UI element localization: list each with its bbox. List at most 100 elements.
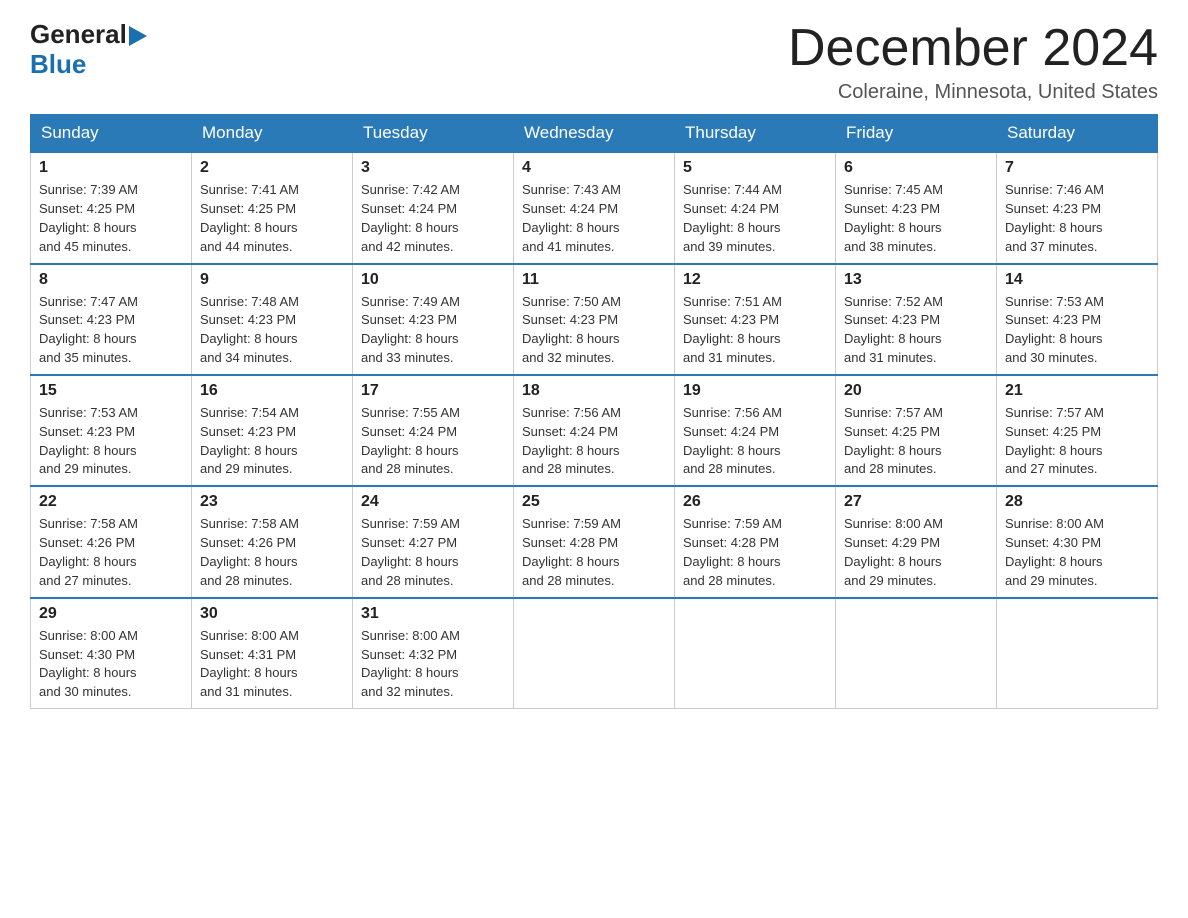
day-info: Sunrise: 7:49 AMSunset: 4:23 PMDaylight:…	[361, 293, 505, 368]
week-row-5: 29 Sunrise: 8:00 AMSunset: 4:30 PMDayligh…	[31, 598, 1158, 709]
weekday-header-saturday: Saturday	[997, 115, 1158, 153]
logo-line1: General	[30, 20, 147, 50]
day-number: 2	[200, 159, 344, 177]
week-row-2: 8 Sunrise: 7:47 AMSunset: 4:23 PMDaylight…	[31, 264, 1158, 375]
weekday-header-thursday: Thursday	[675, 115, 836, 153]
day-cell-24: 24 Sunrise: 7:59 AMSunset: 4:27 PMDayligh…	[353, 486, 514, 597]
day-info: Sunrise: 7:53 AMSunset: 4:23 PMDaylight:…	[39, 404, 183, 479]
day-number: 6	[844, 159, 988, 177]
day-cell-4: 4 Sunrise: 7:43 AMSunset: 4:24 PMDaylight…	[514, 152, 675, 263]
day-info: Sunrise: 8:00 AMSunset: 4:30 PMDaylight:…	[1005, 515, 1149, 590]
day-number: 17	[361, 382, 505, 400]
day-info: Sunrise: 7:56 AMSunset: 4:24 PMDaylight:…	[522, 404, 666, 479]
empty-cell	[514, 598, 675, 709]
title-block: December 2024 Coleraine, Minnesota, Unit…	[788, 20, 1158, 104]
day-cell-9: 9 Sunrise: 7:48 AMSunset: 4:23 PMDaylight…	[192, 264, 353, 375]
day-info: Sunrise: 7:56 AMSunset: 4:24 PMDaylight:…	[683, 404, 827, 479]
day-number: 8	[39, 271, 183, 289]
day-info: Sunrise: 7:59 AMSunset: 4:28 PMDaylight:…	[522, 515, 666, 590]
day-number: 7	[1005, 159, 1149, 177]
day-info: Sunrise: 7:47 AMSunset: 4:23 PMDaylight:…	[39, 293, 183, 368]
day-cell-10: 10Sunrise: 7:49 AMSunset: 4:23 PMDayligh…	[353, 264, 514, 375]
day-number: 3	[361, 159, 505, 177]
day-number: 13	[844, 271, 988, 289]
day-number: 4	[522, 159, 666, 177]
day-cell-27: 27 Sunrise: 8:00 AMSunset: 4:29 PMDayligh…	[836, 486, 997, 597]
day-number: 14	[1005, 271, 1149, 289]
day-cell-31: 31 Sunrise: 8:00 AMSunset: 4:32 PMDayligh…	[353, 598, 514, 709]
day-info: Sunrise: 7:44 AMSunset: 4:24 PMDaylight:…	[683, 181, 827, 256]
day-cell-1: 1Sunrise: 7:39 AMSunset: 4:25 PMDaylight…	[31, 152, 192, 263]
logo: General Blue	[30, 20, 147, 80]
day-cell-26: 26Sunrise: 7:59 AMSunset: 4:28 PMDayligh…	[675, 486, 836, 597]
day-number: 23	[200, 493, 344, 511]
day-cell-11: 11 Sunrise: 7:50 AMSunset: 4:23 PMDayligh…	[514, 264, 675, 375]
location: Coleraine, Minnesota, United States	[788, 81, 1158, 104]
day-number: 29	[39, 605, 183, 623]
week-row-3: 15 Sunrise: 7:53 AMSunset: 4:23 PMDayligh…	[31, 375, 1158, 486]
empty-cell	[836, 598, 997, 709]
day-number: 11	[522, 271, 666, 289]
empty-cell	[997, 598, 1158, 709]
day-number: 5	[683, 159, 827, 177]
day-info: Sunrise: 7:50 AMSunset: 4:23 PMDaylight:…	[522, 293, 666, 368]
day-number: 25	[522, 493, 666, 511]
day-info: Sunrise: 7:42 AMSunset: 4:24 PMDaylight:…	[361, 181, 505, 256]
day-cell-3: 3 Sunrise: 7:42 AMSunset: 4:24 PMDaylight…	[353, 152, 514, 263]
day-number: 19	[683, 382, 827, 400]
logo-blue-text: Blue	[30, 49, 86, 79]
day-number: 30	[200, 605, 344, 623]
day-cell-21: 21 Sunrise: 7:57 AMSunset: 4:25 PMDayligh…	[997, 375, 1158, 486]
day-info: Sunrise: 7:52 AMSunset: 4:23 PMDaylight:…	[844, 293, 988, 368]
logo-line2: Blue	[30, 50, 147, 80]
day-info: Sunrise: 7:58 AMSunset: 4:26 PMDaylight:…	[200, 515, 344, 590]
day-cell-12: 12Sunrise: 7:51 AMSunset: 4:23 PMDayligh…	[675, 264, 836, 375]
day-cell-2: 2 Sunrise: 7:41 AMSunset: 4:25 PMDaylight…	[192, 152, 353, 263]
day-number: 9	[200, 271, 344, 289]
day-info: Sunrise: 7:43 AMSunset: 4:24 PMDaylight:…	[522, 181, 666, 256]
day-number: 1	[39, 159, 183, 177]
day-cell-22: 22Sunrise: 7:58 AMSunset: 4:26 PMDayligh…	[31, 486, 192, 597]
day-cell-8: 8 Sunrise: 7:47 AMSunset: 4:23 PMDaylight…	[31, 264, 192, 375]
weekday-header-row: SundayMondayTuesdayWednesdayThursdayFrid…	[31, 115, 1158, 153]
day-cell-25: 25 Sunrise: 7:59 AMSunset: 4:28 PMDayligh…	[514, 486, 675, 597]
day-number: 12	[683, 271, 827, 289]
day-cell-29: 29 Sunrise: 8:00 AMSunset: 4:30 PMDayligh…	[31, 598, 192, 709]
day-cell-6: 6 Sunrise: 7:45 AMSunset: 4:23 PMDaylight…	[836, 152, 997, 263]
page-header: General Blue December 2024 Coleraine, Mi…	[30, 20, 1158, 104]
logo-arrow-icon	[129, 26, 147, 46]
day-number: 27	[844, 493, 988, 511]
month-title: December 2024	[788, 20, 1158, 77]
day-cell-5: 5 Sunrise: 7:44 AMSunset: 4:24 PMDaylight…	[675, 152, 836, 263]
day-info: Sunrise: 7:59 AMSunset: 4:28 PMDaylight:…	[683, 515, 827, 590]
day-cell-23: 23 Sunrise: 7:58 AMSunset: 4:26 PMDayligh…	[192, 486, 353, 597]
weekday-header-sunday: Sunday	[31, 115, 192, 153]
day-number: 24	[361, 493, 505, 511]
calendar-table: SundayMondayTuesdayWednesdayThursdayFrid…	[30, 114, 1158, 709]
day-info: Sunrise: 7:41 AMSunset: 4:25 PMDaylight:…	[200, 181, 344, 256]
day-cell-13: 13 Sunrise: 7:52 AMSunset: 4:23 PMDayligh…	[836, 264, 997, 375]
empty-cell	[675, 598, 836, 709]
day-cell-18: 18Sunrise: 7:56 AMSunset: 4:24 PMDayligh…	[514, 375, 675, 486]
day-number: 15	[39, 382, 183, 400]
day-info: Sunrise: 8:00 AMSunset: 4:29 PMDaylight:…	[844, 515, 988, 590]
day-number: 21	[1005, 382, 1149, 400]
day-cell-28: 28Sunrise: 8:00 AMSunset: 4:30 PMDayligh…	[997, 486, 1158, 597]
day-info: Sunrise: 7:53 AMSunset: 4:23 PMDaylight:…	[1005, 293, 1149, 368]
day-info: Sunrise: 7:57 AMSunset: 4:25 PMDaylight:…	[1005, 404, 1149, 479]
day-number: 31	[361, 605, 505, 623]
day-info: Sunrise: 7:48 AMSunset: 4:23 PMDaylight:…	[200, 293, 344, 368]
logo-general-text: General	[30, 20, 127, 50]
day-cell-30: 30 Sunrise: 8:00 AMSunset: 4:31 PMDayligh…	[192, 598, 353, 709]
day-info: Sunrise: 8:00 AMSunset: 4:32 PMDaylight:…	[361, 627, 505, 702]
day-info: Sunrise: 8:00 AMSunset: 4:30 PMDaylight:…	[39, 627, 183, 702]
day-cell-14: 14 Sunrise: 7:53 AMSunset: 4:23 PMDayligh…	[997, 264, 1158, 375]
day-info: Sunrise: 7:45 AMSunset: 4:23 PMDaylight:…	[844, 181, 988, 256]
weekday-header-wednesday: Wednesday	[514, 115, 675, 153]
week-row-4: 22Sunrise: 7:58 AMSunset: 4:26 PMDayligh…	[31, 486, 1158, 597]
week-row-1: 1Sunrise: 7:39 AMSunset: 4:25 PMDaylight…	[31, 152, 1158, 263]
day-cell-20: 20Sunrise: 7:57 AMSunset: 4:25 PMDayligh…	[836, 375, 997, 486]
day-info: Sunrise: 7:55 AMSunset: 4:24 PMDaylight:…	[361, 404, 505, 479]
day-info: Sunrise: 8:00 AMSunset: 4:31 PMDaylight:…	[200, 627, 344, 702]
day-info: Sunrise: 7:59 AMSunset: 4:27 PMDaylight:…	[361, 515, 505, 590]
